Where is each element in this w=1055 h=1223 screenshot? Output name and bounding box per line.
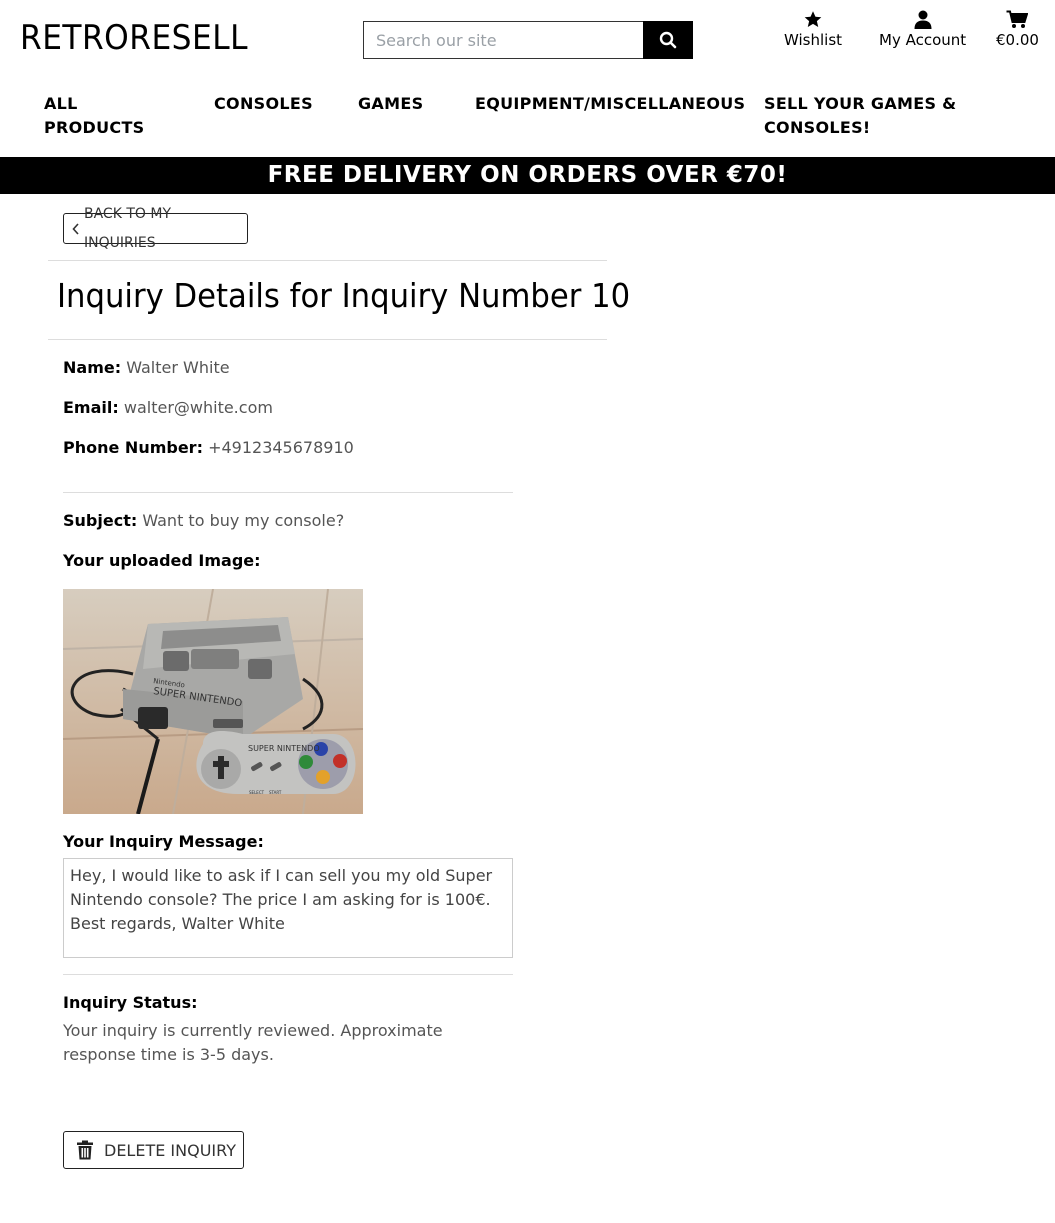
shopping-cart-icon <box>1006 10 1029 28</box>
nav-label: EQUIPMENT/MISCELLANEOUS <box>475 94 746 113</box>
message-label: Your Inquiry Message: <box>63 832 264 851</box>
subject-label: Subject: <box>63 511 138 530</box>
controller-brand-logo: SUPER NINTENDO <box>248 744 320 753</box>
nav-games[interactable]: GAMES <box>358 92 423 116</box>
nav-label: PRODUCTS <box>44 118 145 137</box>
subject-value: Want to buy my console? <box>142 511 345 530</box>
search-icon <box>659 31 677 49</box>
nav-all-products[interactable]: ALL PRODUCTS <box>44 92 145 140</box>
main-nav: ALL PRODUCTS CONSOLES GAMES EQUIPMENT/MI… <box>0 92 1055 152</box>
page-title: Inquiry Details for Inquiry Number 10 <box>57 276 631 315</box>
user-icon <box>914 10 932 29</box>
account-label: My Account <box>879 31 967 49</box>
nav-consoles[interactable]: CONSOLES <box>214 92 313 116</box>
email-label: Email: <box>63 398 119 417</box>
nav-label: SELL YOUR GAMES & <box>764 94 957 113</box>
divider <box>63 974 513 975</box>
divider <box>48 339 607 340</box>
cart-link[interactable]: €0.00 <box>996 10 1039 49</box>
chevron-left-icon <box>72 222 79 235</box>
status-heading: Inquiry Status: <box>63 992 198 1014</box>
phone-row: Phone Number: +4912345678910 <box>63 437 354 459</box>
select-button-label: SELECT <box>249 790 265 795</box>
search-button[interactable] <box>643 21 693 59</box>
name-row: Name: Walter White <box>63 357 230 379</box>
divider <box>63 492 513 493</box>
delivery-banner: FREE DELIVERY ON ORDERS OVER €70! <box>0 157 1055 194</box>
email-row: Email: walter@white.com <box>63 397 273 419</box>
site-logo[interactable]: RETRORESELL <box>20 18 248 58</box>
inquiry-message: Hey, I would like to ask if I can sell y… <box>63 858 513 958</box>
phone-label: Phone Number: <box>63 438 203 457</box>
image-label: Your uploaded Image: <box>63 551 261 570</box>
name-value: Walter White <box>126 358 230 377</box>
nav-label: CONSOLES! <box>764 118 871 137</box>
delete-inquiry-button[interactable]: DELETE INQUIRY <box>63 1131 244 1169</box>
status-label: Inquiry Status: <box>63 993 198 1012</box>
phone-value: +4912345678910 <box>208 438 354 457</box>
search-bar <box>363 21 693 59</box>
status-text: Your inquiry is currently reviewed. Appr… <box>63 1021 443 1064</box>
nav-label: ALL <box>44 94 78 113</box>
divider <box>48 260 607 261</box>
back-label: BACK TO MY INQUIRIES <box>84 205 171 251</box>
name-label: Name: <box>63 358 122 377</box>
cart-total: €0.00 <box>996 31 1039 49</box>
wishlist-link[interactable]: Wishlist <box>784 10 842 49</box>
nav-sell[interactable]: SELL YOUR GAMES & CONSOLES! <box>764 92 956 140</box>
trash-icon <box>77 1140 93 1160</box>
subject-row: Subject: Want to buy my console? <box>63 510 344 532</box>
uploaded-image: SUPER NINTENDO Nintendo SUPER NINTENDO S… <box>63 589 363 814</box>
back-to-inquiries-button[interactable]: BACK TO MY INQUIRIES <box>63 206 248 251</box>
nav-label: CONSOLES <box>214 94 313 113</box>
email-value: walter@white.com <box>123 398 273 417</box>
wishlist-label: Wishlist <box>784 31 843 49</box>
image-heading: Your uploaded Image: <box>63 550 261 572</box>
nav-equipment[interactable]: EQUIPMENT/MISCELLANEOUS <box>475 92 745 116</box>
search-input[interactable] <box>363 21 643 59</box>
nav-label: GAMES <box>358 94 424 113</box>
message-heading: Your Inquiry Message: <box>63 831 264 853</box>
snes-photo: SUPER NINTENDO Nintendo SUPER NINTENDO S… <box>63 589 363 814</box>
start-button-label: START <box>269 790 282 795</box>
site-header: RETRORESELL Wishlist My Account €0.00 <box>0 0 1055 80</box>
my-account-link[interactable]: My Account <box>879 10 966 49</box>
star-icon <box>804 11 822 27</box>
delete-label: DELETE INQUIRY <box>104 1140 236 1160</box>
